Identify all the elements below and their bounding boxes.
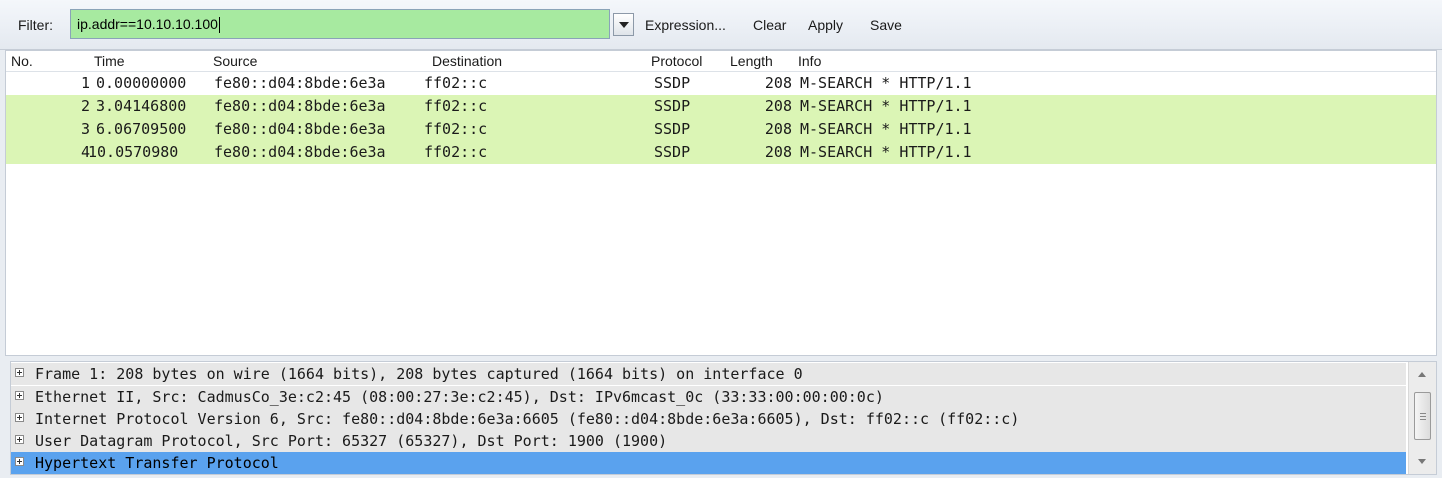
- display-filter-input[interactable]: ip.addr==10.10.10.100: [70, 9, 610, 39]
- packet-source: fe80::d04:8bde:6e3a: [214, 97, 386, 115]
- detail-text: Internet Protocol Version 6, Src: fe80::…: [35, 410, 1020, 428]
- clear-button[interactable]: Clear: [753, 17, 786, 33]
- packet-no: 2: [80, 97, 90, 115]
- save-button[interactable]: Save: [870, 17, 902, 33]
- packet-row[interactable]: 1 0.00000000 fe80::d04:8bde:6e3a ff02::c…: [6, 72, 1436, 95]
- detail-text: Frame 1: 208 bytes on wire (1664 bits), …: [35, 365, 803, 383]
- apply-button[interactable]: Apply: [808, 17, 843, 33]
- packet-destination: ff02::c: [424, 97, 488, 115]
- column-header-source[interactable]: Source: [213, 53, 257, 69]
- detail-text: Hypertext Transfer Protocol: [35, 454, 279, 472]
- packet-length: 208: [764, 74, 792, 92]
- packet-no: 1: [80, 74, 90, 92]
- packet-no: 3: [80, 120, 90, 138]
- packet-info: M-SEARCH * HTTP/1.1: [800, 120, 972, 138]
- column-header-no[interactable]: No.: [11, 53, 33, 69]
- packet-protocol: SSDP: [654, 97, 691, 115]
- expand-plus-icon[interactable]: [15, 368, 24, 377]
- detail-text: User Datagram Protocol, Src Port: 65327 …: [35, 432, 668, 450]
- grip-icon: [1420, 413, 1426, 414]
- packet-source: fe80::d04:8bde:6e3a: [214, 120, 386, 138]
- packet-time: 3.04146800: [96, 97, 187, 115]
- packet-protocol: SSDP: [654, 74, 691, 92]
- column-header-length[interactable]: Length: [730, 53, 773, 69]
- packet-row[interactable]: 4 10.0570980 fe80::d04:8bde:6e3a ff02::c…: [6, 141, 1436, 164]
- text-caret: [218, 17, 220, 34]
- packet-protocol: SSDP: [654, 143, 691, 161]
- detail-tree-item-ipv6[interactable]: Internet Protocol Version 6, Src: fe80::…: [11, 408, 1406, 430]
- packet-info: M-SEARCH * HTTP/1.1: [800, 97, 972, 115]
- packet-info: M-SEARCH * HTTP/1.1: [800, 143, 972, 161]
- packet-time: 6.06709500: [96, 120, 187, 138]
- packet-source: fe80::d04:8bde:6e3a: [214, 74, 386, 92]
- packet-details-pane[interactable]: Frame 1: 208 bytes on wire (1664 bits), …: [10, 361, 1437, 475]
- packet-no: 4: [80, 143, 90, 161]
- scroll-up-arrow-icon[interactable]: [1418, 372, 1426, 377]
- expand-plus-icon[interactable]: [15, 435, 24, 444]
- packet-list-pane[interactable]: No. Time Source Destination Protocol Len…: [5, 50, 1437, 356]
- packet-protocol: SSDP: [654, 120, 691, 138]
- expand-plus-icon[interactable]: [15, 413, 24, 422]
- filter-label: Filter:: [18, 17, 53, 33]
- column-header-destination[interactable]: Destination: [432, 53, 502, 69]
- scroll-down-arrow-icon[interactable]: [1418, 459, 1426, 464]
- packet-info: M-SEARCH * HTTP/1.1: [800, 74, 972, 92]
- detail-tree-item-frame[interactable]: Frame 1: 208 bytes on wire (1664 bits), …: [11, 363, 1406, 385]
- filter-history-dropdown-button[interactable]: [613, 13, 634, 36]
- expand-plus-icon[interactable]: [15, 457, 24, 466]
- filter-value: ip.addr==10.10.10.100: [77, 16, 218, 32]
- expression-button[interactable]: Expression...: [645, 17, 726, 33]
- details-scrollbar[interactable]: [1408, 362, 1436, 474]
- packet-length: 208: [764, 97, 792, 115]
- packet-row[interactable]: 3 6.06709500 fe80::d04:8bde:6e3a ff02::c…: [6, 118, 1436, 141]
- column-header-time[interactable]: Time: [94, 53, 125, 69]
- detail-tree-item-udp[interactable]: User Datagram Protocol, Src Port: 65327 …: [11, 430, 1406, 452]
- detail-text: Ethernet II, Src: CadmusCo_3e:c2:45 (08:…: [35, 388, 884, 406]
- packet-destination: ff02::c: [424, 143, 488, 161]
- filter-toolbar: Filter: ip.addr==10.10.10.100 Expression…: [0, 0, 1442, 50]
- packet-source: fe80::d04:8bde:6e3a: [214, 143, 386, 161]
- packet-list-header: No. Time Source Destination Protocol Len…: [6, 51, 1436, 72]
- detail-tree-item-ethernet[interactable]: Ethernet II, Src: CadmusCo_3e:c2:45 (08:…: [11, 386, 1406, 408]
- packet-time: 10.0570980: [88, 143, 179, 161]
- packet-length: 208: [764, 143, 792, 161]
- column-header-protocol[interactable]: Protocol: [651, 53, 702, 69]
- packet-time: 0.00000000: [96, 74, 187, 92]
- packet-row[interactable]: 2 3.04146800 fe80::d04:8bde:6e3a ff02::c…: [6, 95, 1436, 118]
- chevron-down-icon: [619, 22, 629, 28]
- packet-destination: ff02::c: [424, 74, 488, 92]
- packet-destination: ff02::c: [424, 120, 488, 138]
- scrollbar-thumb[interactable]: [1414, 392, 1431, 440]
- detail-tree-item-http[interactable]: Hypertext Transfer Protocol: [11, 452, 1406, 474]
- expand-plus-icon[interactable]: [15, 391, 24, 400]
- packet-length: 208: [764, 120, 792, 138]
- column-header-info[interactable]: Info: [798, 53, 821, 69]
